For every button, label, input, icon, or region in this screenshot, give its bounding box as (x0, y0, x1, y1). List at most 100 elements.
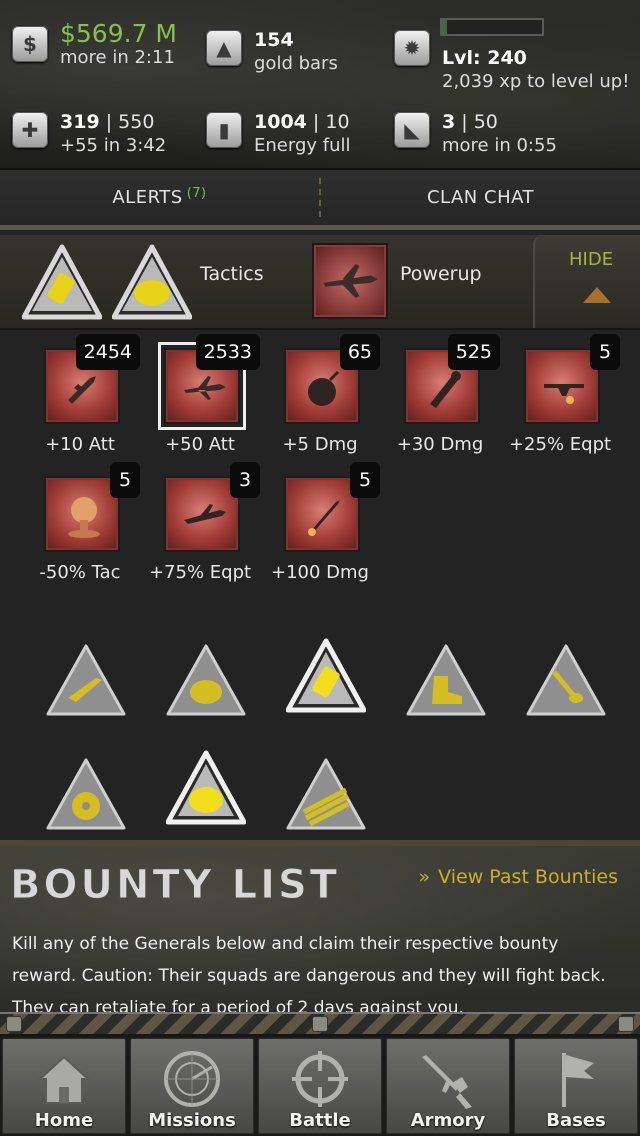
tab-clan-chat[interactable]: CLAN CHAT (321, 170, 640, 225)
missile-icon (308, 500, 340, 536)
nav-missions[interactable]: Missions (130, 1038, 254, 1134)
nav-armory[interactable]: Armory (386, 1038, 510, 1134)
nav-home[interactable]: Home (2, 1038, 126, 1134)
hide-button[interactable]: HIDE (533, 235, 640, 328)
nuke-explosion-icon (68, 497, 100, 538)
rivet-icon (312, 1016, 328, 1032)
xp-progress-bar (440, 18, 544, 36)
tactic-boot-icon[interactable] (406, 642, 486, 718)
tactic-fist-icon[interactable] (166, 750, 246, 826)
nav-frame-decoration (0, 1012, 640, 1036)
bomber-jet-icon (184, 504, 226, 524)
powerup-item[interactable]: 3 +75% Eqpt (140, 458, 260, 586)
crosshair-icon (292, 1051, 348, 1107)
active-powerup-drone[interactable] (312, 243, 388, 319)
bounty-list-panel: BOUNTY LIST » View Past Bounties Kill any… (0, 840, 640, 1018)
tactic-radiation-icon[interactable] (46, 756, 126, 832)
powerup-thumbnail (164, 476, 240, 552)
xp-remaining: 2,039 xp to level up! (442, 71, 630, 92)
fighter-jet-icon (68, 376, 96, 404)
powerup-thumbnail (44, 476, 120, 552)
energy-status: Energy full (254, 135, 351, 156)
powerup-item[interactable]: 5 +100 Dmg (260, 458, 380, 586)
nav-bases-label: Bases (546, 1110, 606, 1131)
powerup-label: -50% Tac (39, 562, 121, 583)
stamina-stat[interactable]: ◣ 3 | 50 more in 0:55 (394, 110, 557, 158)
view-past-bounties-link[interactable]: » View Past Bounties (419, 866, 618, 888)
gear-badge-icon: ✹ (394, 30, 430, 66)
nav-home-label: Home (34, 1110, 94, 1131)
money-value: $569.7 M (60, 19, 177, 48)
powerup-label: +5 Dmg (282, 434, 358, 455)
tactic-fist-active-icon[interactable] (112, 243, 192, 321)
powerup-item[interactable]: 5 +25% Eqpt (500, 330, 620, 458)
powerup-count: 2533 (195, 334, 260, 370)
energy-battery-icon: ▮ (206, 112, 242, 148)
tactics-label: Tactics (200, 263, 264, 285)
xp-progress-fill (442, 20, 447, 34)
grenade-launcher-icon (430, 371, 461, 408)
tactic-shield-icon[interactable] (166, 642, 246, 718)
view-past-label: View Past Bounties (438, 866, 618, 888)
drone-icon (184, 376, 226, 400)
rifle-icon (422, 1055, 472, 1109)
double-chevron-icon: » (418, 866, 431, 888)
money-stat[interactable]: $ $569.7 M more in 2:11 (12, 19, 177, 70)
gold-stat[interactable]: ▲ 154 gold bars (206, 28, 338, 76)
powerup-label: +100 Dmg (271, 562, 369, 583)
home-icon (37, 1055, 91, 1104)
powerup-label: +75% Eqpt (148, 562, 252, 583)
powerup-grid: 2454 +10 Att 2533 +50 Att 65 +5 Dmg 525 … (0, 330, 640, 600)
bomb-icon (308, 370, 340, 406)
tactic-bullet-icon[interactable] (286, 638, 366, 714)
tactic-bullet-active-icon[interactable] (22, 243, 102, 321)
drone-icon (323, 263, 379, 299)
health-value: 319 (60, 111, 100, 133)
gold-bars-icon: ▲ (206, 30, 242, 66)
stamina-value: 3 (442, 111, 456, 133)
health-max: | 550 (99, 111, 155, 133)
tab-alerts[interactable]: ALERTS (7) (0, 170, 319, 225)
bounty-description: Kill any of the Generals below and claim… (12, 934, 606, 1018)
clan-chat-label: CLAN CHAT (426, 187, 535, 208)
powerup-item[interactable]: 2454 +10 Att (20, 330, 140, 458)
powerup-thumbnail (524, 348, 600, 424)
nav-bases[interactable]: Bases (514, 1038, 638, 1134)
powerup-label: +30 Dmg (396, 434, 484, 455)
tactic-rank-wings-icon[interactable] (286, 756, 366, 832)
alerts-chat-tabs: ALERTS (7) CLAN CHAT (0, 170, 640, 230)
powerup-label: Powerup (400, 263, 482, 285)
health-stat[interactable]: ✚ 319 | 550 +55 in 3:42 (12, 110, 166, 158)
gunship-icon (544, 384, 584, 404)
gold-label: gold bars (254, 53, 338, 74)
level-stat[interactable]: ✹ Lvl: 240 2,039 xp to level up! (394, 28, 629, 94)
alerts-count-badge: (7) (186, 186, 207, 201)
stamina-timer: more in 0:55 (442, 135, 557, 156)
powerup-thumbnail (284, 476, 360, 552)
hide-label: HIDE (569, 249, 614, 270)
nav-missions-label: Missions (148, 1110, 236, 1131)
active-boosts-row: Tactics Powerup HIDE (0, 235, 640, 330)
energy-value: 1004 (254, 111, 307, 133)
powerup-item[interactable]: 5 -50% Tac (20, 458, 140, 586)
nav-battle[interactable]: Battle (258, 1038, 382, 1134)
powerup-count: 525 (447, 334, 500, 370)
tactics-grid (0, 630, 640, 840)
powerup-count: 2454 (75, 334, 140, 370)
powerup-count: 3 (230, 462, 260, 498)
powerup-item-selected[interactable]: 2533 +50 Att (140, 330, 260, 458)
energy-stat[interactable]: ▮ 1004 | 10 Energy full (206, 110, 351, 158)
rivet-icon (618, 1016, 634, 1032)
powerup-item[interactable]: 65 +5 Dmg (260, 330, 380, 458)
powerup-label: +25% Eqpt (508, 434, 612, 455)
bottom-nav: Home Missions Battle Armory Bases (0, 1036, 640, 1136)
bounty-list-title: BOUNTY LIST (9, 862, 341, 909)
tactic-rocket-icon[interactable] (46, 642, 126, 718)
radar-icon (164, 1051, 220, 1107)
tactic-shovel-icon[interactable] (526, 642, 606, 718)
powerup-count: 5 (110, 462, 140, 498)
money-timer: more in 2:11 (60, 47, 175, 68)
rivet-icon (6, 1016, 22, 1032)
nav-armory-label: Armory (410, 1110, 486, 1131)
powerup-item[interactable]: 525 +30 Dmg (380, 330, 500, 458)
